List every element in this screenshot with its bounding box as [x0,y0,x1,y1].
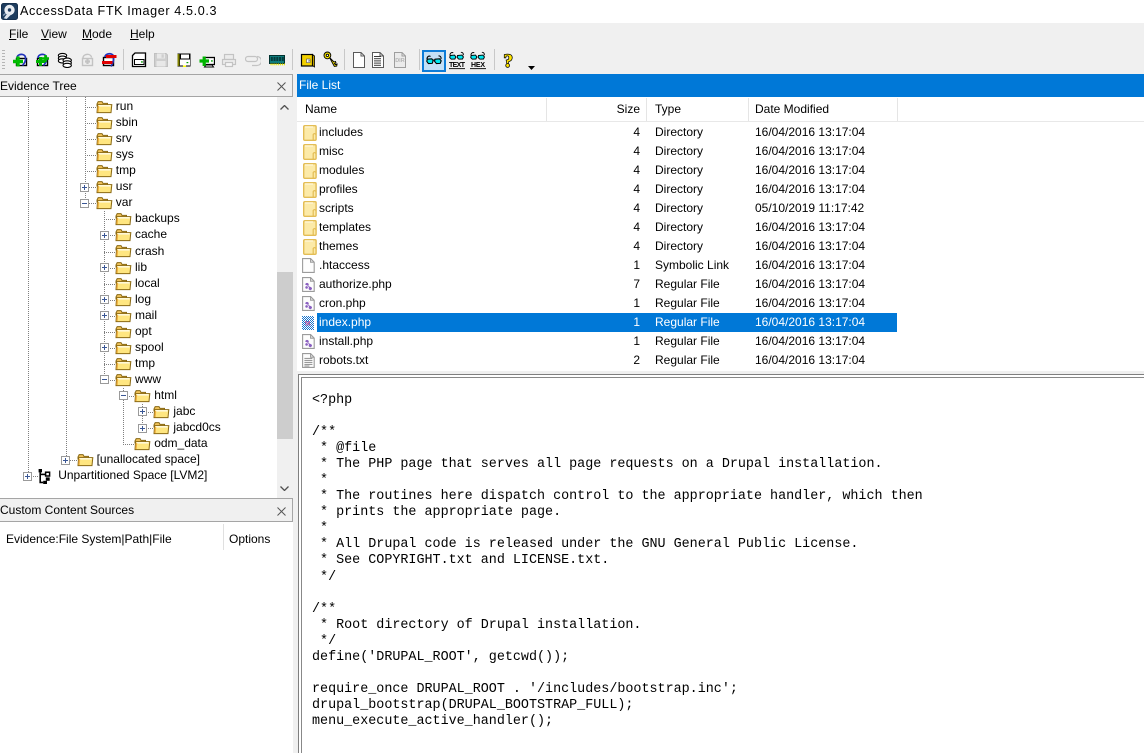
svg-text:?: ? [503,52,513,69]
svg-text:DIR: DIR [395,58,405,64]
svg-text:HEX: HEX [471,62,485,69]
svg-text:TEXT: TEXT [449,62,465,69]
